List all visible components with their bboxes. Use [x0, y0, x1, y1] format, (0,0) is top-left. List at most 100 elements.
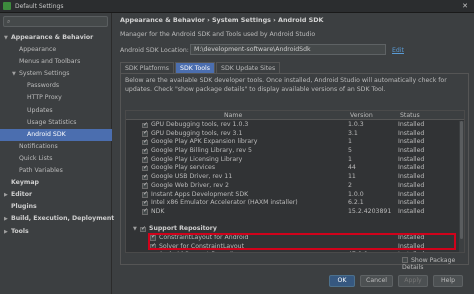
sidebar-item[interactable]: Usage Statistics: [0, 117, 112, 129]
table-scrollbar[interactable]: [459, 121, 464, 252]
sidebar-item-label: Build, Execution, Deployment: [11, 215, 115, 223]
sidebar-item-label: Editor: [11, 191, 33, 199]
row-name: Instant Apps Development SDK: [151, 190, 249, 198]
row-name: Google Web Driver, rev 2: [151, 181, 229, 189]
ok-button[interactable]: OK: [329, 275, 355, 287]
sidebar-item[interactable]: Updates: [0, 105, 112, 117]
tab-sdk-tools[interactable]: SDK Tools: [175, 62, 216, 73]
sidebar-item-label: Notifications: [19, 142, 58, 150]
table-row[interactable]: Android Support Repository 47.0.0 Installe…: [126, 251, 464, 252]
sidebar-item-label: Keymap: [11, 179, 39, 187]
table-row[interactable]: GPU Debugging tools, rev 1.0.3 1.0.3 Insta…: [126, 121, 464, 130]
row-checkbox[interactable]: [142, 121, 148, 129]
row-checkbox[interactable]: [142, 173, 148, 181]
sidebar-item[interactable]: ▶ Build, Execution, Deployment: [0, 213, 115, 225]
sidebar-item[interactable]: ▼ Appearance & Behavior: [0, 32, 112, 44]
sdk-location-field[interactable]: M:\development-software\AndroidSdk: [190, 44, 386, 55]
row-name: Intel x86 Emulator Accelerator (HAXM ins…: [151, 199, 298, 207]
sidebar-item[interactable]: ▶ Tools: [0, 226, 112, 238]
row-status: Installed: [398, 251, 424, 252]
table-row[interactable]: Intel x86 Emulator Accelerator (HAXM ins…: [126, 199, 464, 208]
sidebar-item[interactable]: Notifications: [0, 141, 112, 153]
row-checkbox[interactable]: [142, 181, 148, 189]
table-row[interactable]: NDK 15.2.4203891 Installed: [126, 207, 464, 217]
table-row[interactable]: Google Play services 44 Installed: [126, 164, 464, 173]
sidebar-item-label: Appearance & Behavior: [11, 34, 94, 41]
close-icon[interactable]: ✕: [462, 2, 468, 10]
row-version: 1.0.3: [348, 121, 364, 128]
row-checkbox[interactable]: [142, 164, 148, 172]
scrollbar-thumb[interactable]: [460, 121, 463, 239]
row-version: 2: [348, 181, 352, 189]
sidebar-item[interactable]: Menus and Toolbars: [0, 56, 112, 68]
expand-arrow-icon[interactable]: ▼: [133, 225, 137, 234]
table-row[interactable]: Instant Apps Development SDK 1.0.0 Install…: [126, 190, 464, 200]
sdk-tools-panel: Below are the available SDK developer to…: [120, 73, 469, 271]
show-package-details-checkbox[interactable]: [402, 257, 408, 263]
row-checkbox[interactable]: [142, 190, 148, 198]
collapse-arrow-icon: ▶: [4, 216, 8, 223]
row-version: 1: [348, 155, 352, 163]
row-status: Installed: [398, 199, 425, 207]
sidebar-item[interactable]: Plugins: [0, 201, 112, 213]
settings-sidebar: ⌕ ▼ Appearance & Behavior Appearance Menus …: [0, 13, 115, 294]
sidebar-item[interactable]: ▶ Editor: [0, 189, 112, 201]
show-package-details-label: Show Package Details: [402, 257, 456, 271]
sdk-tools-table: Name Version Status GPU Debugging tools,…: [125, 110, 465, 253]
table-row[interactable]: Google Play APK Expansion library 1 Instal…: [126, 138, 464, 147]
sidebar-item-label: Plugins: [11, 203, 37, 211]
sidebar-item[interactable]: HTTP Proxy: [0, 92, 112, 104]
table-row[interactable]: GPU Debugging tools, rev 3.1 3.1 Installed: [126, 129, 464, 139]
sidebar-item[interactable]: Android SDK: [0, 128, 112, 141]
row-version: 15.2.4203891: [348, 207, 392, 215]
row-name: GPU Debugging tools, rev 1.0.3: [151, 121, 249, 128]
window-title: Default Settings: [15, 2, 64, 10]
row-name: Google Play Billing Library, rev 5: [151, 147, 252, 155]
row-version: 6.2.1: [348, 199, 364, 207]
sidebar-item-label: Tools: [11, 227, 29, 235]
sidebar-item-label: Menus and Toolbars: [19, 58, 81, 66]
panel-description: Below are the available SDK developer to…: [125, 77, 447, 93]
apply-button[interactable]: Apply: [398, 275, 428, 287]
table-row[interactable]: [126, 217, 464, 226]
row-checkbox[interactable]: [142, 147, 148, 155]
column-name-header[interactable]: Name: [224, 112, 242, 119]
column-status-header[interactable]: Status: [400, 112, 420, 119]
sidebar-item[interactable]: Appearance: [0, 44, 112, 56]
android-studio-icon: [3, 2, 11, 10]
row-checkbox[interactable]: [142, 208, 148, 216]
row-status: Installed: [398, 190, 425, 198]
sidebar-item[interactable]: Passwords: [0, 80, 112, 92]
table-row[interactable]: Google Play Licensing Library 1 Installed: [126, 155, 464, 165]
search-icon: ⌕: [7, 18, 11, 25]
show-package-details[interactable]: Show Package Details: [402, 257, 468, 271]
row-version: 1: [348, 138, 352, 146]
row-status: Installed: [398, 181, 425, 189]
row-status: Installed: [398, 207, 425, 215]
breadcrumb: Appearance & Behavior › System Settings …: [120, 16, 324, 24]
row-checkbox[interactable]: [142, 138, 148, 146]
row-name: GPU Debugging tools, rev 3.1: [151, 129, 243, 137]
table-row[interactable]: Google USB Driver, rev 11 11 Installed: [126, 173, 464, 182]
sidebar-item[interactable]: ▼ System Settings: [0, 68, 112, 80]
settings-window: ⌕ ▼ Appearance & Behavior Appearance Menus …: [0, 13, 474, 294]
sidebar-item[interactable]: Keymap: [0, 177, 112, 189]
column-version-header[interactable]: Version: [350, 112, 373, 119]
table-row[interactable]: Google Web Driver, rev 2 2 Installed: [126, 181, 464, 191]
row-name: NDK: [151, 207, 165, 215]
cancel-button[interactable]: Cancel: [360, 275, 393, 287]
tab-sdk-update-sites[interactable]: SDK Update Sites: [216, 62, 281, 73]
row-checkbox[interactable]: [140, 225, 146, 233]
table-row[interactable]: Google Play Billing Library, rev 5 5 Insta…: [126, 147, 464, 156]
search-input[interactable]: ⌕: [3, 16, 108, 27]
row-checkbox[interactable]: [142, 129, 148, 137]
sidebar-item[interactable]: Path Variables: [0, 165, 112, 177]
row-checkbox[interactable]: [142, 155, 148, 163]
row-version: 5: [348, 147, 352, 155]
sidebar-item-label: Passwords: [27, 82, 60, 90]
row-checkbox[interactable]: [142, 199, 148, 207]
edit-link[interactable]: Edit: [392, 47, 404, 54]
sidebar-item[interactable]: Quick Lists: [0, 153, 112, 165]
help-button[interactable]: Help: [433, 275, 463, 287]
tab-sdk-platforms[interactable]: SDK Platforms: [120, 62, 175, 73]
